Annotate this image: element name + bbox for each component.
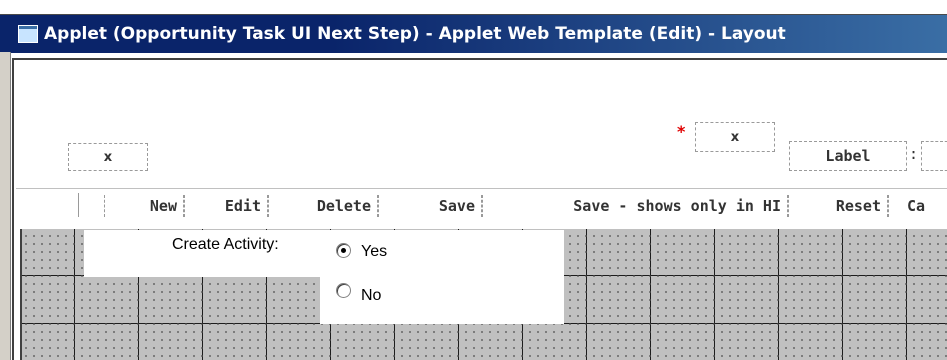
save-button-label: Save: [438, 197, 475, 215]
edit-button[interactable]: Edit: [184, 195, 268, 217]
save-button[interactable]: Save: [378, 195, 482, 217]
edit-button-label: Edit: [224, 197, 261, 215]
save-hi-button-label: Save - shows only in HI: [573, 197, 781, 215]
placeholder-x-left: x: [103, 149, 113, 165]
label-separator: :: [909, 145, 919, 163]
radio-group-panel: [320, 230, 564, 324]
toolbar-start-separator: [78, 193, 79, 217]
cancel-button[interactable]: Ca: [888, 195, 947, 217]
layout-grid-border: [20, 229, 22, 360]
new-button[interactable]: New: [104, 195, 184, 217]
window-frame-left: [0, 52, 11, 360]
label-control[interactable]: Label: [789, 141, 907, 171]
window-icon: [18, 25, 38, 43]
radio-no[interactable]: [336, 283, 351, 298]
delete-button-label: Delete: [316, 197, 371, 215]
placeholder-x-right: x: [730, 129, 740, 145]
delete-button[interactable]: Delete: [268, 195, 378, 217]
label-control-text: Label: [825, 147, 871, 165]
layout-editor-window: Applet (Opportunity Task UI Next Step) -…: [0, 0, 947, 360]
window-title: Applet (Opportunity Task UI Next Step) -…: [44, 24, 786, 44]
title-bar[interactable]: Applet (Opportunity Task UI Next Step) -…: [0, 14, 947, 53]
placeholder-control-right[interactable]: x: [695, 122, 775, 152]
label-control-next[interactable]: [921, 141, 947, 171]
toolbar-divider: [16, 188, 947, 189]
required-asterisk-icon: *: [677, 122, 686, 141]
placeholder-control-left[interactable]: x: [68, 143, 148, 171]
save-hi-button[interactable]: Save - shows only in HI: [482, 195, 788, 217]
radio-yes[interactable]: [336, 243, 351, 258]
top-strip: [0, 0, 947, 14]
create-activity-label: Create Activity:: [172, 236, 279, 253]
canvas-border-left: [12, 58, 14, 360]
reset-button[interactable]: Reset: [788, 195, 888, 217]
cancel-button-label: Ca: [907, 197, 926, 215]
reset-button-label: Reset: [835, 197, 881, 215]
canvas-border-top: [12, 58, 947, 60]
radio-no-label: No: [361, 287, 382, 304]
new-button-label: New: [149, 197, 177, 215]
radio-yes-label: Yes: [361, 243, 388, 260]
